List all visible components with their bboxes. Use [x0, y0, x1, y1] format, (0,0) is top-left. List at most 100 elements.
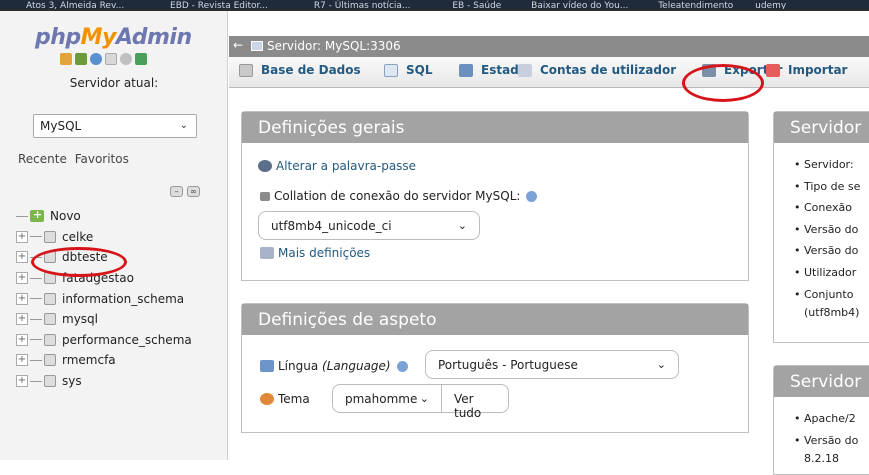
tree-item-sys[interactable]: + sys — [16, 371, 192, 392]
new-database-icon — [30, 208, 44, 223]
breadcrumb-server-label: Servidor: MySQL:3306 — [267, 39, 401, 53]
bookmark-item[interactable]: EB - Saúde — [452, 1, 501, 10]
server-select[interactable]: MySQL ⌄ — [33, 114, 197, 138]
collation-select[interactable]: utf8mb4_unicode_ci ⌄ — [258, 211, 480, 240]
chevron-down-icon: ⌄ — [457, 219, 467, 232]
expand-icon[interactable]: + — [16, 354, 28, 367]
theme-select[interactable]: pmahomme ⌄ — [332, 384, 442, 413]
tab-sql[interactable]: SQL — [384, 63, 433, 77]
web-server-info-item-continued: 8.2.18 — [804, 452, 839, 465]
logo-php: php — [35, 25, 81, 50]
expand-icon[interactable]: + — [16, 313, 28, 326]
help-icon[interactable] — [526, 190, 538, 202]
language-row: Língua (Language) — [260, 359, 408, 373]
theme-icon — [260, 393, 274, 405]
more-settings-label: Mais definições — [278, 246, 371, 260]
tree-branch-line — [30, 359, 42, 361]
docs-icon[interactable] — [105, 53, 117, 65]
expand-icon[interactable]: + — [16, 272, 28, 285]
main-menu: Base de Dados SQL Estado Contas de utili… — [229, 57, 869, 88]
database-icon — [44, 313, 56, 326]
tree-branch-line — [30, 380, 42, 382]
chevron-down-icon: ⌄ — [179, 120, 188, 131]
expand-icon[interactable]: + — [16, 251, 28, 264]
panel-title: Servidor — [774, 112, 869, 143]
link-icon[interactable]: ∞ — [187, 186, 200, 197]
bookmark-item[interactable]: Atos 3, Almeida Rev... — [26, 1, 124, 10]
tree-branch-line — [30, 277, 42, 279]
breadcrumb-server[interactable]: Servidor: MySQL:3306 — [251, 39, 401, 53]
tab-databases[interactable]: Base de Dados — [239, 63, 361, 77]
breadcrumb: ← Servidor: MySQL:3306 — [229, 36, 869, 57]
bookmark-item[interactable]: R7 - Últimas notícia... — [314, 1, 411, 10]
wrench-icon — [260, 247, 274, 259]
import-icon — [766, 63, 780, 77]
bookmark-item[interactable]: udemy — [755, 1, 786, 10]
language-select[interactable]: Português - Portuguese ⌄ — [425, 350, 679, 379]
tree-item-celke[interactable]: + celke — [16, 227, 192, 248]
phpmyadmin-logo[interactable]: phpMyAdmin — [35, 25, 192, 50]
server-info-item-continued: (utf8mb4) — [804, 306, 860, 319]
language-icon — [260, 360, 274, 372]
tree-branch-line — [30, 236, 42, 238]
reload-icon[interactable] — [135, 53, 147, 65]
tab-user-accounts[interactable]: Contas de utilizador — [518, 63, 676, 77]
status-chart-icon — [459, 63, 473, 77]
help-icon[interactable] — [90, 53, 102, 65]
view-all-button[interactable]: Ver tudo — [441, 384, 509, 420]
sql-icon — [384, 63, 398, 77]
view-all-label: Ver tudo — [454, 392, 482, 420]
server-info-item: Versão do — [794, 244, 860, 266]
tree-item-information-schema[interactable]: + information_schema — [16, 288, 192, 309]
tree-item-performance-schema[interactable]: + performance_schema — [16, 330, 192, 351]
server-info-list: Servidor: Tipo de se Conexão Versão do V… — [794, 158, 860, 309]
users-icon — [518, 63, 532, 77]
theme-row: Tema — [260, 392, 310, 406]
collapse-all-icon[interactable]: – — [170, 186, 183, 197]
tab-recent[interactable]: Recente — [18, 152, 67, 166]
bookmarks-bar: Atos 3, Almeida Rev... EBD - Revista Edi… — [0, 0, 869, 9]
tree-item-label: performance_schema — [62, 332, 192, 347]
tab-label: Base de Dados — [261, 63, 361, 77]
tree-branch-line — [30, 298, 42, 300]
expand-icon[interactable]: + — [16, 333, 28, 346]
tab-label: Importar — [788, 63, 848, 77]
nav-tabs: Recente Favoritos — [18, 152, 133, 166]
language-label-en: (Language) — [322, 359, 391, 373]
tree-item-mysql[interactable]: + mysql — [16, 309, 192, 330]
server-select-value: MySQL — [40, 119, 82, 133]
logout-icon[interactable] — [75, 53, 87, 65]
settings-gear-icon[interactable] — [120, 53, 132, 65]
collation-select-value: utf8mb4_unicode_ci — [271, 219, 392, 233]
expand-icon[interactable]: + — [16, 292, 28, 305]
more-settings-link[interactable]: Mais definições — [260, 246, 370, 260]
database-icon — [44, 375, 56, 388]
bookmark-item[interactable]: Baixar vídeo do You... — [531, 1, 628, 10]
database-icon — [239, 63, 253, 77]
tab-import[interactable]: Importar — [766, 63, 847, 77]
tab-favorites[interactable]: Favoritos — [75, 152, 129, 166]
expand-icon[interactable]: + — [16, 230, 28, 243]
tab-label: SQL — [406, 63, 433, 77]
tab-status[interactable]: Estado — [459, 63, 527, 77]
tree-item-new[interactable]: Novo — [16, 206, 192, 227]
bookmark-item[interactable]: EBD - Revista Editor... — [170, 1, 268, 10]
server-icon — [251, 41, 263, 51]
tree-item-rmemcfa[interactable]: + rmemcfa — [16, 350, 192, 371]
change-password-link[interactable]: Alterar a palavra-passe — [258, 159, 416, 173]
appearance-settings-panel: Definições de aspeto Língua (Language) P… — [241, 303, 749, 433]
bookmark-item[interactable]: Teleatendimento — [658, 1, 733, 10]
home-icon[interactable] — [60, 53, 72, 65]
annotation-ellipse — [31, 247, 127, 277]
web-server-info-item: Apache/2 — [794, 412, 858, 434]
web-server-info-list: Apache/2 Versão do — [794, 412, 858, 455]
change-password-label: Alterar a palavra-passe — [276, 159, 417, 173]
collapse-nav-arrow-icon[interactable]: ← — [233, 38, 243, 52]
expand-icon[interactable]: + — [16, 375, 28, 388]
logo-my: My — [80, 25, 117, 50]
help-icon[interactable] — [396, 360, 408, 372]
collation-label: Collation de conexão do servidor MySQL: — [274, 189, 521, 203]
collation-row: Collation de conexão do servidor MySQL: — [260, 189, 538, 203]
tree-controls: – ∞ — [170, 186, 200, 197]
database-icon — [44, 354, 56, 367]
